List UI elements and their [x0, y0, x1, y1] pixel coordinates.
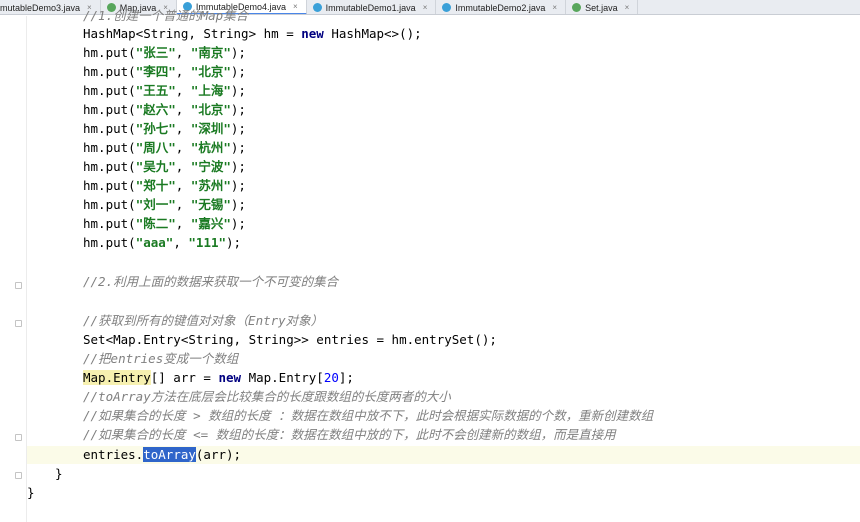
fold-marker-icon[interactable] — [15, 434, 22, 441]
tab-label: mutableDemo3.java — [0, 2, 81, 13]
code-line: //如果集合的长度 > 数组的长度 ：数据在数组中放不下，此时会根据实际数据的个… — [83, 408, 654, 423]
code-line: hm.put("张三", "南京"); — [83, 45, 246, 60]
code-line: hm.put("赵六", "北京"); — [83, 102, 246, 117]
code-line: } — [27, 485, 35, 500]
code-line: //获取到所有的键值对对象（Entry对象） — [83, 313, 324, 328]
code-line-current: entries.toArray(arr); — [27, 446, 860, 464]
selected-token[interactable]: toArray — [143, 447, 196, 462]
code-line: //如果集合的长度 <= 数组的长度：数据在数组中放的下，此时不会创建新的数组，… — [83, 427, 616, 442]
code-line: //2.利用上面的数据来获取一个不可变的集合 — [83, 274, 339, 289]
code-line: hm.put("周八", "杭州"); — [83, 140, 246, 155]
code-line: hm.put("陈二", "嘉兴"); — [83, 216, 246, 231]
fold-marker-icon[interactable] — [15, 320, 22, 327]
code-line: HashMap<String, String> hm = new HashMap… — [83, 26, 422, 41]
code-line: hm.put("王五", "上海"); — [83, 83, 246, 98]
code-line: hm.put("李四", "北京"); — [83, 64, 246, 79]
code-line: hm.put("aaa", "111"); — [83, 235, 242, 250]
code-line: hm.put("刘一", "无锡"); — [83, 197, 246, 212]
code-line: Set<Map.Entry<String, String>> entries =… — [83, 332, 497, 347]
code-editor[interactable]: //1.创建一个普通的Map集合 HashMap<String, String>… — [27, 8, 860, 522]
code-line: //1.创建一个普通的Map集合 — [83, 8, 249, 23]
code-line: //把entries变成一个数组 — [83, 351, 239, 366]
code-line: } — [55, 466, 63, 481]
code-line: hm.put("郑十", "苏州"); — [83, 178, 246, 193]
code-line: hm.put("孙七", "深圳"); — [83, 121, 246, 136]
fold-marker-icon[interactable] — [15, 282, 22, 289]
code-line: Map.Entry[] arr = new Map.Entry[20]; — [83, 370, 354, 385]
editor-gutter[interactable] — [0, 16, 26, 522]
code-line: hm.put("吴九", "宁波"); — [83, 159, 246, 174]
code-line: //toArray方法在底层会比较集合的长度跟数组的长度两者的大小 — [83, 389, 451, 404]
fold-marker-icon[interactable] — [15, 472, 22, 479]
